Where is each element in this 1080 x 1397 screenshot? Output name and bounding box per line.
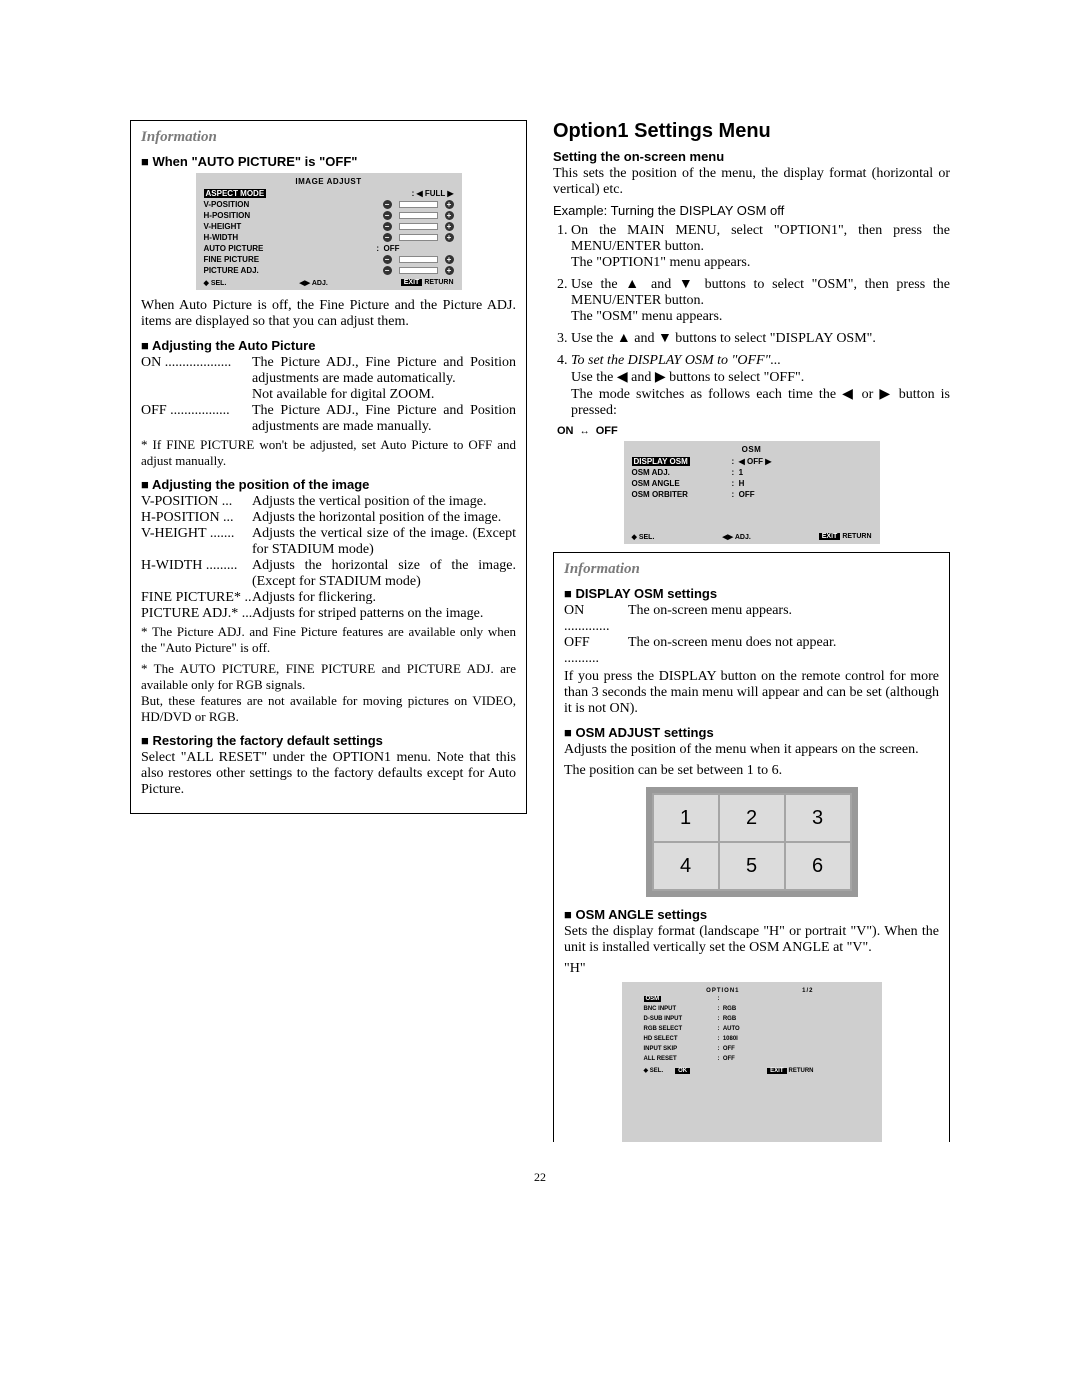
info-box-left: Information When "AUTO PICTURE" is "OFF"… xyxy=(130,120,527,814)
section-title: Option1 Settings Menu xyxy=(553,120,950,143)
osd-rows: ASPECT MODE: ◀ FULL ▶V-POSITION−+H-POSIT… xyxy=(204,188,454,276)
example: Example: Turning the DISPLAY OSM off xyxy=(553,203,950,218)
adj-p2: The position can be set between 1 to 6. xyxy=(564,763,939,779)
osd-image-adjust: IMAGE ADJUST ASPECT MODE: ◀ FULL ▶V-POSI… xyxy=(196,173,462,290)
note-2: * The Picture ADJ. and Fine Picture feat… xyxy=(141,624,516,656)
info-heading: Information xyxy=(141,129,516,146)
angle-p: Sets the display format (landscape "H" o… xyxy=(564,924,939,956)
display-osm-list: ON ............. The on-screen menu appe… xyxy=(564,603,939,667)
steps-list: On the MAIN MENU, select "OPTION1", then… xyxy=(553,223,950,419)
osd-option1: OPTION11/2 OSM: BNC INPUT: RGBD-SUB INPU… xyxy=(622,982,882,1142)
osd-osm-title: OSM xyxy=(632,445,872,454)
disp-note: If you press the DISPLAY button on the r… xyxy=(564,669,939,717)
adj-p1: Adjusts the position of the menu when it… xyxy=(564,742,939,758)
heading-auto-off: When "AUTO PICTURE" is "OFF" xyxy=(141,154,516,169)
heading-osm-angle: OSM ANGLE settings xyxy=(564,907,939,922)
auto-picture-list: ON ................... The Picture ADJ.,… xyxy=(141,355,516,435)
left-column: Information When "AUTO PICTURE" is "OFF"… xyxy=(130,120,527,1152)
osd-osm-footer: ◆ SEL. ◀▶ ADJ. EXITRETURN xyxy=(632,533,872,541)
osd-title: IMAGE ADJUST xyxy=(204,177,454,186)
position-grid: 1 2 3 4 5 6 xyxy=(646,787,858,897)
osd-footer: ◆ SEL. ◀▶ ADJ. EXITRETURN xyxy=(204,279,454,287)
on-off-toggle-line: ON ↔ OFF xyxy=(557,425,950,437)
para-restore: Select "ALL RESET" under the OPTION1 men… xyxy=(141,750,516,798)
fine-note: * If FINE PICTURE won't be adjusted, set… xyxy=(141,437,516,469)
osd-osm-rows: DISPLAY OSM: ◀ OFF ▶OSM ADJ.: 1OSM ANGLE… xyxy=(632,456,872,500)
page-number: 22 xyxy=(130,1170,950,1185)
intro: This sets the position of the menu, the … xyxy=(553,166,950,198)
right-column: Option1 Settings Menu Setting the on-scr… xyxy=(553,120,950,1152)
para-auto-off: When Auto Picture is off, the Fine Pictu… xyxy=(141,298,516,330)
angle-h: "H" xyxy=(564,961,939,977)
info-heading-right: Information xyxy=(564,561,939,578)
heading-display-osm: DISPLAY OSM settings xyxy=(564,586,939,601)
manual-page: Information When "AUTO PICTURE" is "OFF"… xyxy=(130,0,950,1225)
heading-restore: Restoring the factory default settings xyxy=(141,733,516,748)
osd-osm: OSM DISPLAY OSM: ◀ OFF ▶OSM ADJ.: 1OSM A… xyxy=(624,441,880,544)
position-list: V-POSITION ...Adjusts the vertical posit… xyxy=(141,494,516,622)
info-box-right: Information DISPLAY OSM settings ON ....… xyxy=(553,552,950,1142)
subheading: Setting the on-screen menu xyxy=(553,149,950,164)
heading-position: Adjusting the position of the image xyxy=(141,477,516,492)
heading-adjust-auto: Adjusting the Auto Picture xyxy=(141,338,516,353)
heading-osm-adjust: OSM ADJUST settings xyxy=(564,725,939,740)
note-3: * The AUTO PICTURE, FINE PICTURE and PIC… xyxy=(141,661,516,725)
